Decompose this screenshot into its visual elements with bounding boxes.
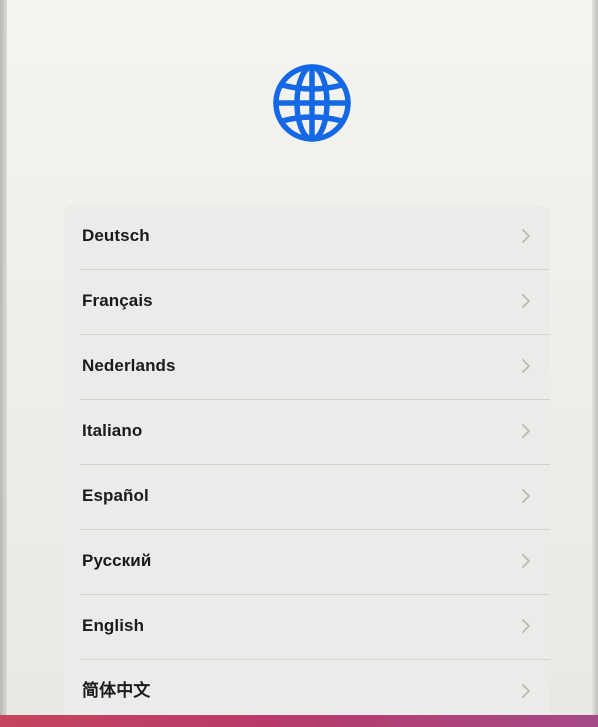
chevron-right-icon (522, 619, 530, 633)
globe-icon (273, 64, 351, 142)
language-label: Italiano (82, 421, 143, 440)
device-bezel-left (0, 0, 7, 727)
language-row-italiano[interactable]: Italiano (64, 400, 550, 465)
chevron-right-icon (522, 489, 530, 503)
chevron-right-icon (522, 424, 530, 438)
language-row-espanol[interactable]: Español (64, 465, 550, 530)
device-bezel-right (592, 0, 598, 727)
chevron-right-icon (522, 229, 530, 243)
language-label: Español (82, 486, 149, 505)
language-list: Deutsch Français Nederlands Italiano Esp… (64, 205, 550, 725)
language-row-english[interactable]: English (64, 595, 550, 660)
language-label: Nederlands (82, 356, 176, 375)
language-row-russian[interactable]: Русский (64, 530, 550, 595)
language-label: 简体中文 (82, 681, 151, 700)
chevron-right-icon (522, 294, 530, 308)
language-row-nederlands[interactable]: Nederlands (64, 335, 550, 400)
language-label: English (82, 616, 145, 635)
language-label: Русский (82, 551, 152, 570)
chevron-right-icon (522, 359, 530, 373)
language-label: Français (82, 291, 153, 310)
device-edge-strip (0, 715, 598, 727)
chevron-right-icon (522, 684, 530, 698)
language-row-francais[interactable]: Français (64, 270, 550, 335)
setup-screen: Deutsch Français Nederlands Italiano Esp… (0, 0, 598, 727)
language-row-deutsch[interactable]: Deutsch (64, 205, 550, 270)
language-label: Deutsch (82, 226, 150, 245)
chevron-right-icon (522, 554, 530, 568)
